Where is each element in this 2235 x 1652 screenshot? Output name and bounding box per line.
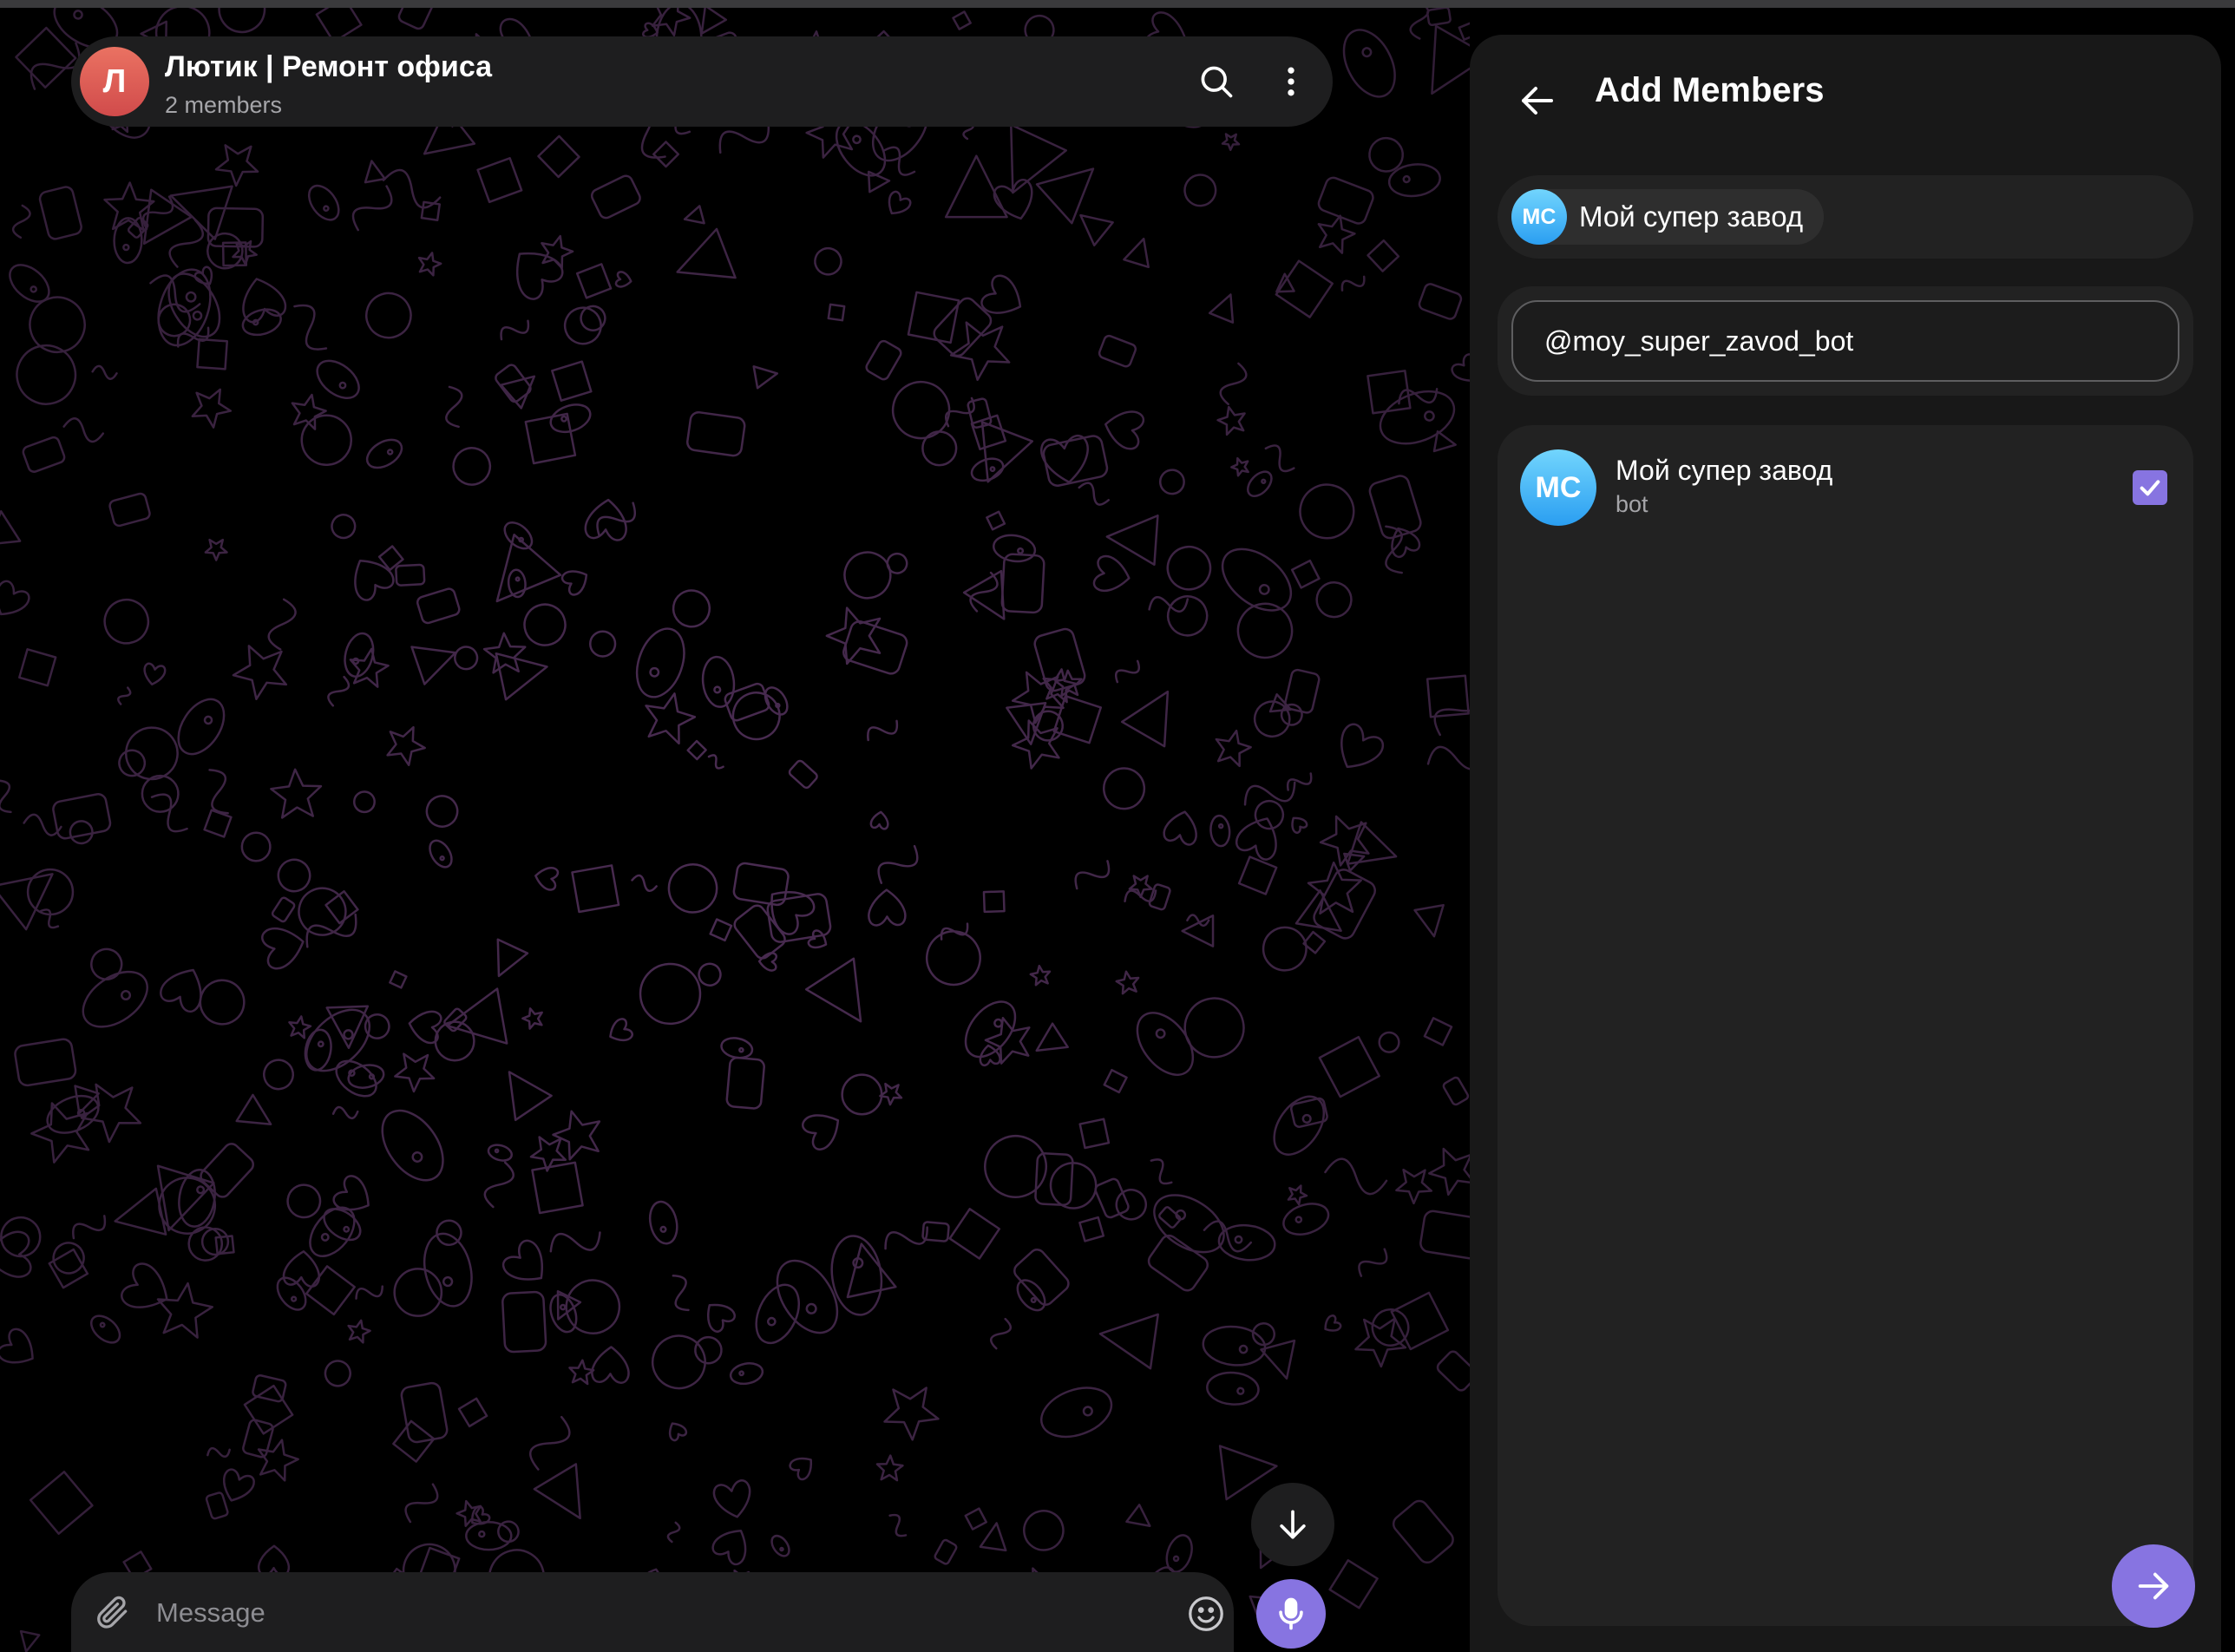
back-button[interactable]: [1504, 68, 1570, 134]
message-composer: [71, 1572, 1234, 1652]
voice-message-button[interactable]: [1256, 1579, 1326, 1649]
arrow-right-icon: [2138, 1572, 2169, 1600]
list-item[interactable]: MC Мой супер завод bot: [1498, 425, 2193, 557]
window-top-bar: [0, 0, 2235, 8]
scroll-down-button[interactable]: [1251, 1483, 1334, 1566]
confirm-add-button[interactable]: [2112, 1544, 2195, 1628]
arrow-down-icon: [1280, 1510, 1306, 1539]
search-input[interactable]: [1511, 300, 2179, 382]
chat-area: Л Лютик | Ремонт офиса 2 members: [0, 8, 1470, 1652]
search-box: [1498, 286, 2193, 396]
chat-background-pattern: [0, 8, 1470, 1652]
panel-title: Add Members: [1595, 71, 1825, 109]
selected-member-chip[interactable]: MC Мой супер завод: [1511, 189, 1825, 245]
results-list: MC Мой супер завод bot: [1498, 425, 2193, 1626]
search-button[interactable]: [1190, 56, 1242, 108]
chip-label: Мой супер завод: [1579, 200, 1804, 233]
paperclip-icon: [97, 1596, 128, 1629]
smile-icon: [1189, 1596, 1223, 1631]
chip-avatar: MC: [1511, 189, 1567, 245]
avatar: MC: [1520, 449, 1596, 526]
arrow-left-icon: [1522, 87, 1553, 115]
add-members-panel: Add Members MC Мой супер завод MC Мой су…: [1470, 35, 2221, 1652]
attach-button[interactable]: [90, 1590, 135, 1635]
chat-title: Лютик | Ремонт офиса: [165, 50, 493, 83]
user-name: Мой супер завод: [1616, 455, 1833, 486]
member-checkbox[interactable]: [2133, 470, 2167, 505]
checkmark-icon: [2140, 480, 2160, 496]
message-input[interactable]: [154, 1590, 1060, 1636]
chat-members-count: 2 members: [165, 92, 283, 118]
more-vertical-icon: [1288, 67, 1294, 96]
more-options-button[interactable]: [1265, 56, 1317, 108]
microphone-icon: [1279, 1597, 1303, 1630]
search-icon: [1201, 66, 1233, 98]
selected-members-box: MC Мой супер завод: [1498, 175, 2193, 259]
emoji-button[interactable]: [1182, 1590, 1230, 1638]
chat-avatar[interactable]: Л: [80, 47, 149, 116]
chat-header[interactable]: Л Лютик | Ремонт офиса 2 members: [71, 36, 1333, 127]
user-status: bot: [1616, 491, 1648, 517]
